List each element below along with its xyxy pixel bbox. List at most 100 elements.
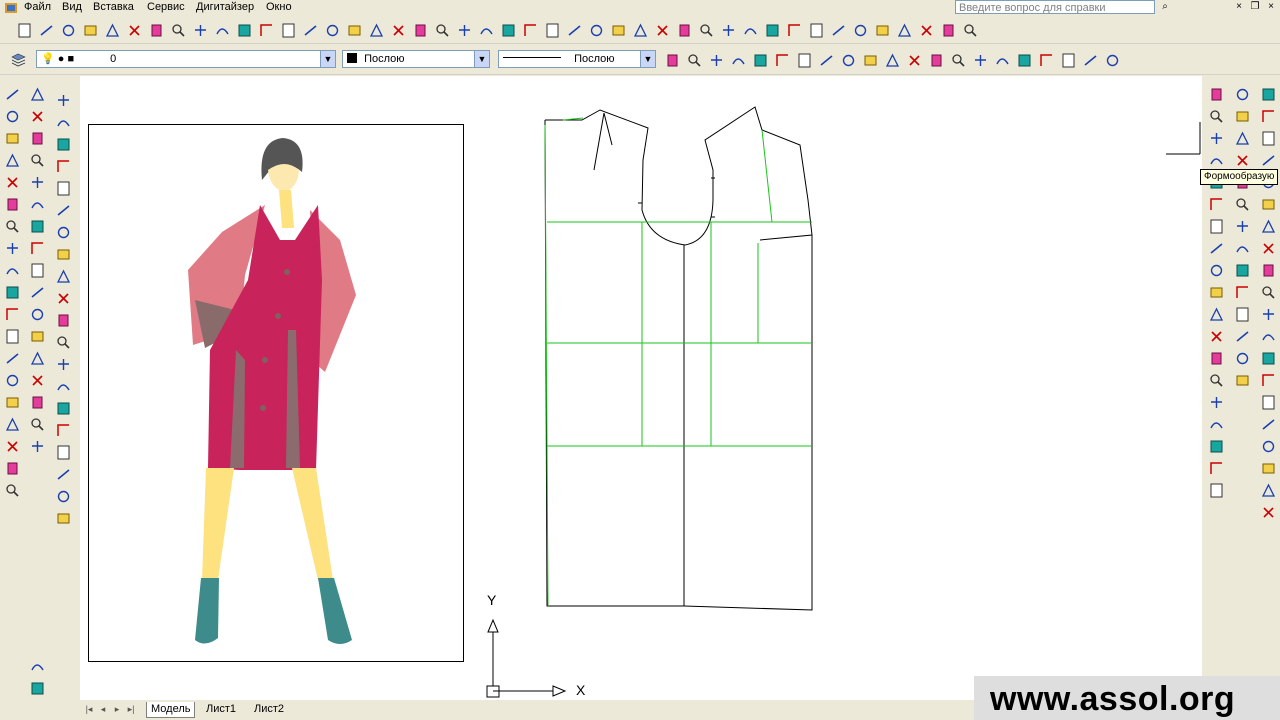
delete-icon[interactable] xyxy=(1234,152,1251,169)
help-search-input[interactable]: Введите вопрос для справки xyxy=(955,0,1155,14)
chevron-down-icon[interactable]: ▼ xyxy=(640,51,655,67)
circle-icon[interactable] xyxy=(55,224,72,241)
new-icon[interactable] xyxy=(29,262,46,279)
tab-model[interactable]: Модель xyxy=(146,702,196,718)
zoom-icon[interactable] xyxy=(1234,196,1251,213)
circle-icon[interactable] xyxy=(55,488,72,505)
triangle-icon[interactable] xyxy=(368,22,385,39)
triangle-icon[interactable] xyxy=(29,86,46,103)
help-search-icon[interactable]: ⌕ xyxy=(1158,1,1172,13)
fill-icon[interactable] xyxy=(55,136,72,153)
zoom-icon[interactable] xyxy=(4,482,21,499)
triangle-icon[interactable] xyxy=(1260,482,1277,499)
crosshair-icon[interactable] xyxy=(1260,306,1277,323)
arc-icon[interactable] xyxy=(55,114,72,131)
drawing-canvas[interactable]: Y X xyxy=(80,76,1202,700)
corner-icon[interactable] xyxy=(522,22,539,39)
folder-icon[interactable] xyxy=(82,22,99,39)
new-icon[interactable] xyxy=(1208,482,1225,499)
crosshair-icon[interactable] xyxy=(720,22,737,39)
corner-icon[interactable] xyxy=(1234,284,1251,301)
folder-icon[interactable] xyxy=(4,394,21,411)
circle-icon[interactable] xyxy=(1260,438,1277,455)
fill-icon[interactable] xyxy=(1260,350,1277,367)
arc-icon[interactable] xyxy=(29,658,46,675)
crosshair-icon[interactable] xyxy=(192,22,209,39)
menu-window[interactable]: Окно xyxy=(266,1,292,13)
folder-icon[interactable] xyxy=(1234,108,1251,125)
circle-icon[interactable] xyxy=(324,22,341,39)
folder-icon[interactable] xyxy=(1234,372,1251,389)
line-icon[interactable] xyxy=(1234,328,1251,345)
menu-service[interactable]: Сервис xyxy=(147,1,185,13)
color-combo[interactable]: Послою ▼ xyxy=(342,50,490,68)
new-icon[interactable] xyxy=(1260,130,1277,147)
delete-icon[interactable] xyxy=(4,438,21,455)
menu-view[interactable]: Вид xyxy=(62,1,82,13)
pattern-icon[interactable] xyxy=(1260,262,1277,279)
next-tab-icon[interactable]: ▸ xyxy=(112,703,122,715)
fill-icon[interactable] xyxy=(236,22,253,39)
new-icon[interactable] xyxy=(796,52,813,69)
line-icon[interactable] xyxy=(4,350,21,367)
arc-icon[interactable] xyxy=(1260,328,1277,345)
line-icon[interactable] xyxy=(55,202,72,219)
corner-icon[interactable] xyxy=(786,22,803,39)
arc-icon[interactable] xyxy=(55,378,72,395)
menu-insert[interactable]: Вставка xyxy=(93,1,134,13)
line-icon[interactable] xyxy=(1260,416,1277,433)
triangle-icon[interactable] xyxy=(1234,130,1251,147)
pattern-icon[interactable] xyxy=(55,312,72,329)
line-icon[interactable] xyxy=(1260,152,1277,169)
zoom-icon[interactable] xyxy=(1260,284,1277,301)
line-icon[interactable] xyxy=(4,86,21,103)
corner-icon[interactable] xyxy=(55,422,72,439)
delete-icon[interactable] xyxy=(1260,240,1277,257)
arc-icon[interactable] xyxy=(730,52,747,69)
folder-icon[interactable] xyxy=(29,328,46,345)
corner-icon[interactable] xyxy=(55,158,72,175)
pattern-icon[interactable] xyxy=(4,196,21,213)
circle-icon[interactable] xyxy=(1208,262,1225,279)
fill-icon[interactable] xyxy=(500,22,517,39)
corner-icon[interactable] xyxy=(1260,372,1277,389)
circle-icon[interactable] xyxy=(4,372,21,389)
zoom-icon[interactable] xyxy=(55,334,72,351)
folder-icon[interactable] xyxy=(346,22,363,39)
crosshair-icon[interactable] xyxy=(1208,130,1225,147)
new-icon[interactable] xyxy=(16,22,33,39)
delete-icon[interactable] xyxy=(29,108,46,125)
zoom-icon[interactable] xyxy=(1208,372,1225,389)
line-icon[interactable] xyxy=(1208,240,1225,257)
folder-icon[interactable] xyxy=(1260,460,1277,477)
new-icon[interactable] xyxy=(808,22,825,39)
zoom-icon[interactable] xyxy=(1208,108,1225,125)
line-icon[interactable] xyxy=(29,284,46,301)
delete-icon[interactable] xyxy=(1208,328,1225,345)
delete-icon[interactable] xyxy=(654,22,671,39)
fill-icon[interactable] xyxy=(1234,262,1251,279)
circle-icon[interactable] xyxy=(1234,86,1251,103)
crosshair-icon[interactable] xyxy=(29,174,46,191)
new-icon[interactable] xyxy=(4,328,21,345)
menu-digitizer[interactable]: Дигитайзер xyxy=(196,1,254,13)
triangle-icon[interactable] xyxy=(1260,218,1277,235)
triangle-icon[interactable] xyxy=(896,22,913,39)
fill-icon[interactable] xyxy=(55,400,72,417)
chevron-down-icon[interactable]: ▼ xyxy=(474,51,489,67)
layer-combo[interactable]: 💡 ● ■ 0 ▼ xyxy=(36,50,336,68)
triangle-icon[interactable] xyxy=(29,350,46,367)
delete-icon[interactable] xyxy=(55,290,72,307)
circle-icon[interactable] xyxy=(840,52,857,69)
pattern-icon[interactable] xyxy=(148,22,165,39)
fill-icon[interactable] xyxy=(29,218,46,235)
folder-icon[interactable] xyxy=(55,246,72,263)
arc-icon[interactable] xyxy=(214,22,231,39)
pattern-icon[interactable] xyxy=(412,22,429,39)
circle-icon[interactable] xyxy=(1234,350,1251,367)
pattern-icon[interactable] xyxy=(1208,86,1225,103)
folder-icon[interactable] xyxy=(55,510,72,527)
circle-icon[interactable] xyxy=(4,108,21,125)
zoom-icon[interactable] xyxy=(962,22,979,39)
circle-icon[interactable] xyxy=(1104,52,1121,69)
